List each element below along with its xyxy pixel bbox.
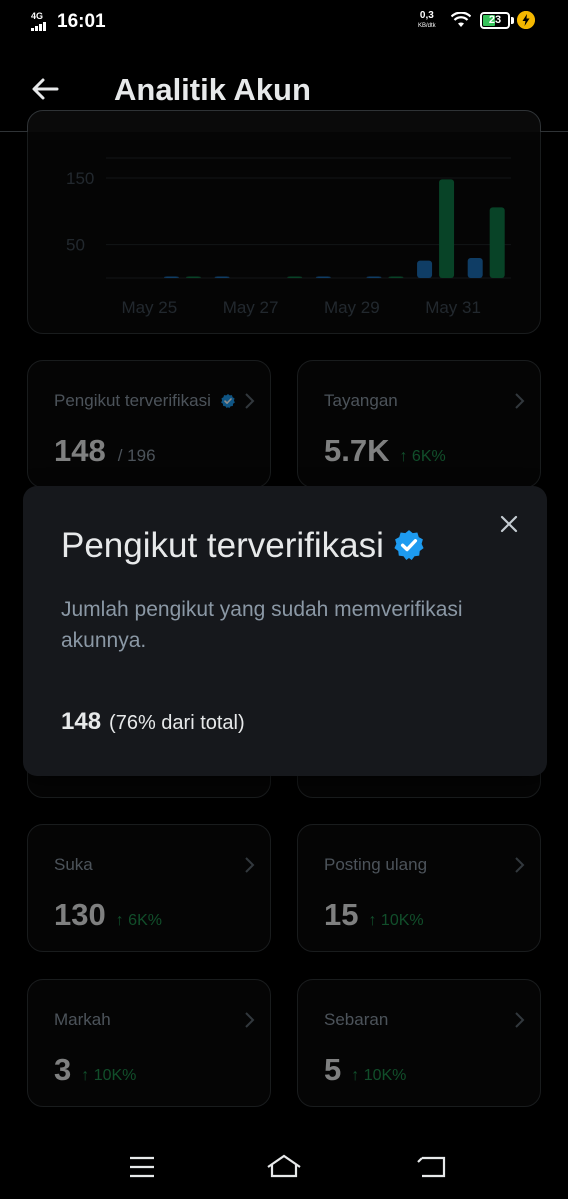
chevron-right-icon — [245, 1012, 255, 1028]
stat-label: Markah — [54, 1010, 111, 1029]
speed-unit: KB/dtk — [418, 23, 436, 29]
chevron-right-icon — [515, 857, 525, 873]
stat-delta: ↑ 10K% — [81, 1067, 137, 1084]
close-icon[interactable] — [499, 514, 519, 534]
stat-value: 5.7K ↑ 6K% — [324, 433, 446, 469]
page-title: Analitik Akun — [114, 72, 311, 107]
chart-bar — [163, 276, 179, 278]
chevron-right-icon — [515, 393, 525, 409]
stat-card-shares[interactable]: Sebaran 5 ↑ 10K% — [297, 979, 541, 1107]
stat-label: Pengikut terverifikasi — [54, 391, 211, 410]
chevron-right-icon — [245, 393, 255, 409]
battery-tip — [511, 17, 514, 24]
chart-bar — [417, 260, 433, 278]
stat-label: Tayangan — [324, 391, 398, 410]
system-nav-bar — [0, 1132, 568, 1199]
popup-title-text: Pengikut terverifikasi — [61, 526, 384, 565]
stat-label: Sebaran — [324, 1010, 389, 1029]
chart-bar — [287, 276, 303, 278]
info-popup: Pengikut terverifikasi Jumlah pengikut y… — [23, 486, 547, 776]
popup-description: Jumlah pengikut yang sudah memverifikasi… — [61, 598, 463, 652]
stat-delta: ↑ 10K% — [368, 912, 424, 929]
stat-card-verified-followers[interactable]: Pengikut terverifikasi 148 / 196 — [27, 360, 271, 488]
clock: 16:01 — [57, 11, 106, 32]
arrow-left-icon[interactable] — [30, 74, 60, 104]
stat-number: 5.7K — [324, 433, 390, 468]
wifi-icon — [451, 12, 471, 27]
chart-bar — [366, 276, 382, 278]
popup-count-value: 148 — [61, 708, 102, 735]
stat-card-bookmarks[interactable]: Markah 3 ↑ 10K% — [27, 979, 271, 1107]
chart-bar — [315, 276, 331, 278]
stat-card-impressions[interactable]: Tayangan 5.7K ↑ 6K% — [297, 360, 541, 488]
stat-card-reposts[interactable]: Posting ulang 15 ↑ 10K% — [297, 824, 541, 952]
chevron-right-icon — [515, 1012, 525, 1028]
stat-value: 15 ↑ 10K% — [324, 897, 424, 933]
stat-delta: ↑ 6K% — [399, 448, 446, 465]
chart-y-tick: 150 — [66, 169, 94, 188]
home-icon[interactable] — [264, 1152, 304, 1182]
stat-delta: ↑ 10K% — [351, 1067, 407, 1084]
chart-y-tick: 50 — [66, 236, 85, 255]
stat-number: 148 — [54, 433, 106, 468]
stat-value: 3 ↑ 10K% — [54, 1052, 136, 1088]
signal-icon — [31, 22, 46, 31]
activity-bar-chart: 150 50 May 25 May 27 May 29 May 31 — [66, 157, 511, 317]
chevron-right-icon — [245, 857, 255, 873]
stat-value: 5 ↑ 10K% — [324, 1052, 406, 1088]
stat-card-likes[interactable]: Suka 130 ↑ 6K% — [27, 824, 271, 952]
verified-badge-icon — [394, 530, 424, 561]
status-bar: 4G 16:01 0,3 KB/dtk 23 — [0, 0, 568, 44]
stat-number: 130 — [54, 897, 106, 932]
chart-bar — [214, 276, 230, 278]
network-type: 4G — [31, 11, 44, 21]
popup-title: Pengikut terverifikasi — [61, 526, 426, 566]
stat-total: / 196 — [117, 446, 156, 465]
speed-value: 0,3 — [419, 10, 434, 21]
stat-label: Suka — [54, 855, 93, 874]
verified-badge-icon — [221, 394, 235, 409]
activity-chart-card: 150 50 May 25 May 27 May 29 May 31 — [27, 110, 541, 334]
chart-x-tick: May 27 — [223, 298, 279, 317]
chart-bar — [388, 276, 404, 278]
network-speed: 0,3 KB/dtk — [418, 11, 436, 31]
chart-x-tick: May 29 — [324, 298, 380, 317]
chart-x-tick: May 31 — [425, 298, 481, 317]
stat-value: 130 ↑ 6K% — [54, 897, 162, 933]
back-icon[interactable] — [412, 1152, 452, 1182]
popup-count: 148 (76% dari total) — [61, 708, 245, 736]
chart-x-tick: May 25 — [121, 298, 177, 317]
chart-bar — [439, 179, 455, 278]
stat-number: 5 — [324, 1052, 342, 1087]
battery-icon: 23 — [480, 12, 510, 29]
chart-bar — [467, 258, 483, 278]
stat-label: Posting ulang — [324, 855, 428, 874]
battery-level: 23 — [488, 14, 502, 26]
menu-icon[interactable] — [122, 1152, 162, 1182]
stat-delta: ↑ 6K% — [115, 912, 162, 929]
chart-bar — [185, 276, 201, 278]
popup-count-percent: (76% dari total) — [109, 712, 245, 734]
chart-bar — [489, 207, 505, 278]
stat-value: 148 / 196 — [54, 433, 156, 469]
charging-icon — [517, 11, 535, 29]
stat-number: 15 — [324, 897, 359, 932]
stat-number: 3 — [54, 1052, 72, 1087]
